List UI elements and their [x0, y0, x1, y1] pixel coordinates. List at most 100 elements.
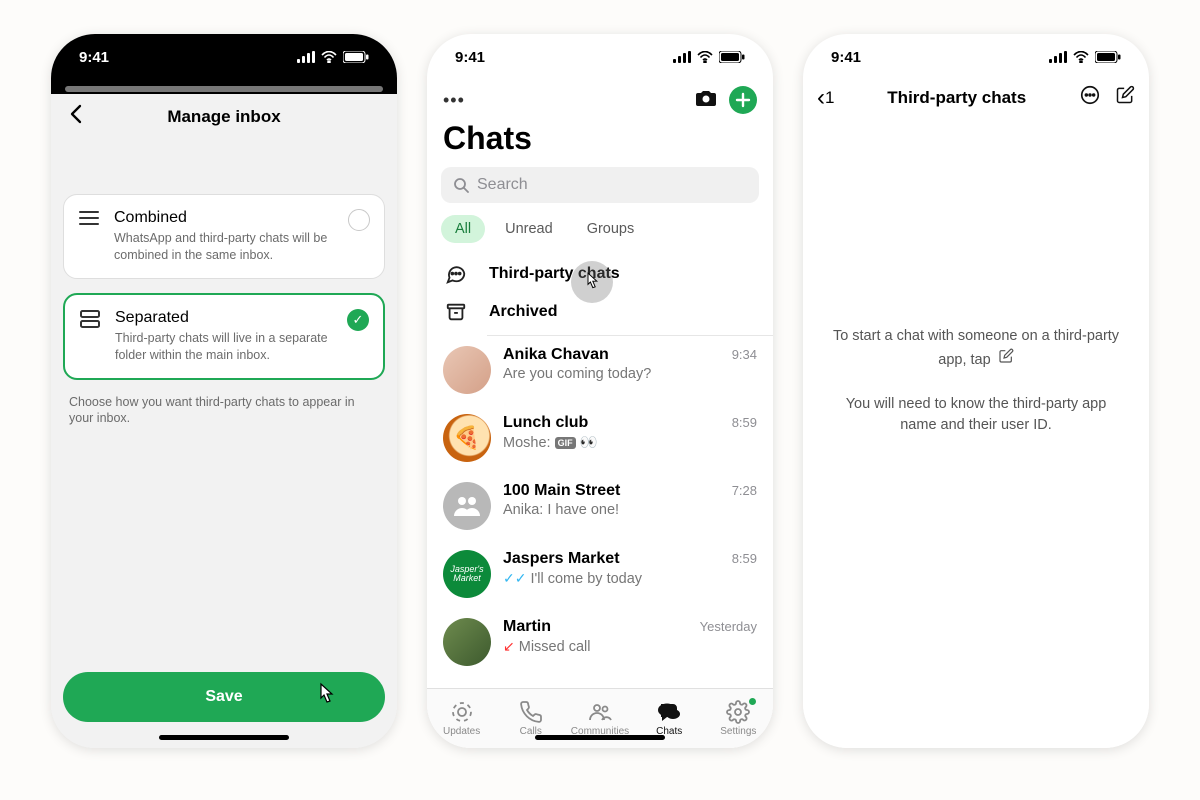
chats-icon	[657, 700, 681, 724]
communities-icon	[588, 700, 612, 724]
chat-bubble-icon	[443, 263, 469, 285]
status-time: 9:41	[79, 49, 109, 66]
chat-time: 8:59	[732, 415, 757, 430]
tab-settings[interactable]: Settings	[706, 700, 770, 737]
chat-time: 9:34	[732, 347, 757, 362]
badge-dot	[749, 698, 756, 705]
option-combined[interactable]: Combined WhatsApp and third-party chats …	[63, 194, 385, 279]
tab-chats[interactable]: Chats	[637, 700, 701, 737]
wifi-icon	[697, 51, 713, 63]
hint-text: Choose how you want third-party chats to…	[63, 394, 385, 428]
empty-state: To start a chat with someone on a third-…	[803, 326, 1149, 437]
battery-icon	[719, 51, 745, 63]
chat-row[interactable]: Jasper'sMarket Jaspers Market 8:59 ✓✓I'll…	[427, 540, 773, 608]
save-button[interactable]: Save	[63, 672, 385, 722]
chat-row[interactable]: 100 Main Street7:28 Anika: I have one!	[427, 472, 773, 540]
row-label: Archived	[489, 303, 557, 321]
status-time: 9:41	[455, 49, 485, 66]
signal-icon	[297, 51, 315, 63]
status-icons	[673, 51, 745, 63]
plus-icon	[735, 92, 751, 108]
chat-name: Martin	[503, 618, 551, 636]
eyes-emoji-icon: 👀	[580, 434, 598, 451]
wifi-icon	[321, 51, 337, 63]
gear-icon	[726, 700, 750, 724]
battery-icon	[343, 51, 369, 63]
peek-previous	[51, 80, 397, 94]
tab-label: Settings	[720, 726, 756, 737]
chat-name: Jaspers Market	[503, 550, 620, 568]
chat-preview: ✓✓I'll come by today	[503, 570, 757, 587]
battery-icon	[1095, 51, 1121, 63]
home-indicator	[159, 735, 289, 740]
filter-groups[interactable]: Groups	[573, 215, 649, 243]
screen-chats: 9:41 ••• Chats Search All Unrea	[427, 34, 773, 748]
more-button[interactable]: •••	[443, 90, 465, 111]
chat-row[interactable]: 🍕 Lunch club 8:59 Moshe: GIF 👀	[427, 404, 773, 472]
row-archived[interactable]: Archived	[443, 293, 757, 331]
chat-name: Anika Chavan	[503, 346, 609, 364]
chat-name: Lunch club	[503, 414, 588, 432]
tab-calls[interactable]: Calls	[499, 700, 563, 737]
cursor-pointer-icon	[311, 680, 341, 710]
screen-third-party: 9:41 ‹ 1 Third-party chats	[803, 34, 1149, 748]
chat-row[interactable]: Anika Chavan 9:34 Are you coming today?	[427, 336, 773, 404]
updates-icon	[450, 700, 474, 724]
avatar: Jasper'sMarket	[443, 550, 491, 598]
signal-icon	[1049, 51, 1067, 63]
chat-row[interactable]: MartinYesterday ↙Missed call	[427, 608, 773, 676]
tab-updates[interactable]: Updates	[430, 700, 494, 737]
avatar: 🍕	[443, 414, 491, 462]
page-title: Manage inbox	[59, 107, 389, 127]
option-title: Separated	[115, 309, 333, 327]
search-input[interactable]: Search	[441, 167, 759, 203]
tab-communities[interactable]: Communities	[568, 700, 632, 737]
compose-button[interactable]	[1115, 85, 1135, 111]
separated-icon	[79, 309, 101, 328]
tab-label: Updates	[443, 726, 480, 737]
chat-list: Anika Chavan 9:34 Are you coming today? 🍕…	[427, 336, 773, 676]
statusbar: 9:41	[427, 34, 773, 80]
compose-icon	[998, 348, 1014, 364]
statusbar: 9:41	[51, 34, 397, 80]
camera-button[interactable]	[695, 89, 717, 112]
archive-icon	[443, 301, 469, 323]
compose-button[interactable]	[729, 86, 757, 114]
avatar	[443, 618, 491, 666]
status-icons	[1049, 51, 1121, 63]
chat-name: 100 Main Street	[503, 482, 620, 500]
chat-time: 8:59	[732, 551, 757, 566]
avatar	[443, 346, 491, 394]
option-title: Combined	[114, 209, 334, 227]
option-separated[interactable]: Separated Third-party chats will live in…	[63, 293, 385, 380]
home-indicator	[535, 735, 665, 740]
more-button[interactable]	[1079, 84, 1101, 112]
search-placeholder: Search	[477, 176, 528, 194]
missed-call-icon: ↙	[503, 638, 515, 655]
row-third-party[interactable]: Third-party chats	[443, 255, 757, 293]
status-time: 9:41	[831, 49, 861, 66]
radio-on-icon: ✓	[347, 309, 369, 331]
phone-icon	[519, 700, 543, 724]
chat-preview: Moshe: GIF 👀	[503, 434, 757, 451]
filter-unread[interactable]: Unread	[491, 215, 567, 243]
chat-preview: Are you coming today?	[503, 366, 757, 382]
back-button[interactable]: ‹ 1	[817, 88, 834, 108]
radio-off-icon	[348, 209, 370, 231]
screen-manage-inbox: 9:41 Manage inbox Combined WhatsApp and …	[51, 34, 397, 748]
chat-time: 7:28	[732, 483, 757, 498]
group-icon	[452, 494, 482, 518]
page-title: Third-party chats	[834, 88, 1079, 108]
compose-icon	[1115, 85, 1135, 105]
wifi-icon	[1073, 51, 1089, 63]
empty-line1: To start a chat with someone on a third-…	[833, 328, 1119, 368]
read-ticks-icon: ✓✓	[503, 570, 526, 587]
combined-icon	[78, 209, 100, 226]
save-label: Save	[205, 688, 242, 706]
empty-line2: You will need to know the third-party ap…	[829, 394, 1123, 438]
gif-badge: GIF	[555, 437, 576, 449]
chat-preview: ↙Missed call	[503, 638, 757, 655]
statusbar: 9:41	[803, 34, 1149, 80]
option-desc: WhatsApp and third-party chats will be c…	[114, 230, 334, 264]
filter-all[interactable]: All	[441, 215, 485, 243]
